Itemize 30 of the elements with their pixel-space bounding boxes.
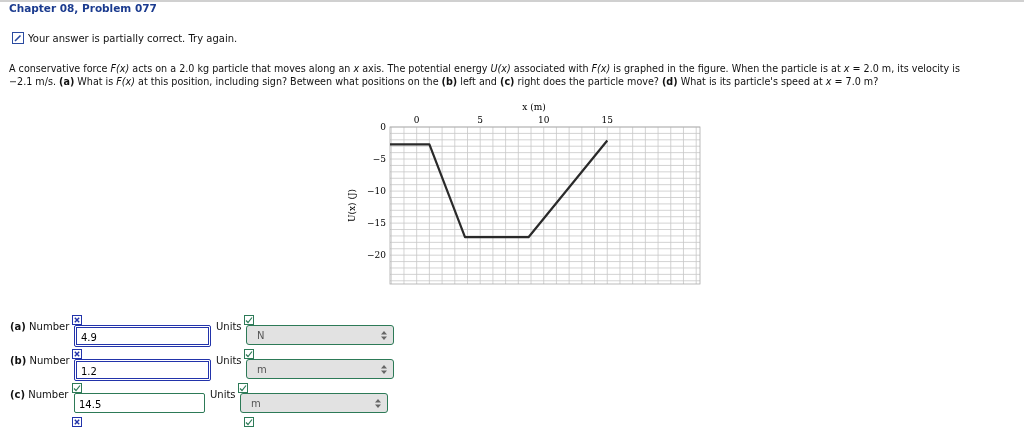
y-tick-label: −15: [367, 218, 386, 229]
y-tick-label: −10: [367, 186, 386, 197]
x-axis-label: x (m): [522, 102, 546, 112]
number-label: (b) Number: [10, 354, 71, 366]
x-tick-label: 10: [538, 115, 550, 125]
units-dropdown[interactable]: N: [246, 325, 394, 345]
number-label: (c) Number: [10, 388, 70, 400]
y-tick-label: −5: [372, 154, 386, 165]
problem-statement: A conservative force F(x) acts on a 2.0 kg particle that moves along an x axis. The potential energy U(x) associated with F(x) is graphed in the figure. When the particle is at x = 2.0 m, its velocity is −2.1 m/s. (a) What is F(x) at this position, including sign? Between what positions on the (b) left and (c) right does the particle move? (d) What is its particle's speed at x = 7.0 m?: [9, 62, 961, 88]
number-field[interactable]: 14.5: [74, 393, 205, 413]
units-label: Units: [215, 354, 243, 366]
units-label: Units: [209, 388, 237, 400]
y-tick-label: 0: [380, 122, 386, 132]
dropdown-arrows-icon: [375, 398, 381, 408]
edit-icon: [12, 32, 24, 44]
y-tick-label: −20: [367, 250, 386, 261]
units-label: Units: [215, 320, 243, 332]
number-label: (a) Number: [10, 320, 71, 332]
units-dropdown[interactable]: m: [246, 359, 394, 379]
x-tick-label: 5: [477, 115, 484, 125]
number-field[interactable]: 1.2: [74, 359, 211, 381]
x-tick-label: 0: [413, 115, 420, 125]
x-tick-label: 15: [601, 115, 613, 125]
problem-title: Chapter 08, Problem 077: [9, 2, 157, 14]
dropdown-arrows-icon: [381, 364, 387, 374]
y-axis-label: U(x) (J): [347, 188, 357, 223]
dropdown-arrows-icon: [381, 330, 387, 340]
feedback-message: Your answer is partially correct. Try again.: [28, 32, 238, 44]
units-dropdown[interactable]: m: [240, 393, 388, 413]
number-field[interactable]: 4.9: [74, 325, 211, 347]
